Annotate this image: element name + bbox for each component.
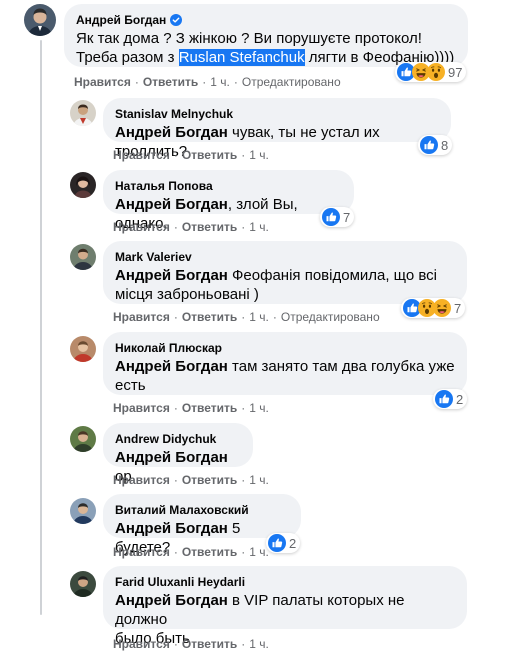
avatar[interactable] [70,172,96,198]
reaction-count: 7 [343,209,351,225]
timestamp-link[interactable]: 1 ч. [249,400,269,416]
reaction-count: 97 [448,64,463,80]
reply-button[interactable]: Ответить [182,147,237,163]
comment-actions: Нравится · Ответить · 1 ч. · Отредактиро… [74,74,341,90]
comment-text: Як так дома ? З жінкою ? Ви порушуєте пр… [76,30,455,66]
reply-button[interactable]: Ответить [182,309,237,325]
avatar[interactable] [70,426,96,452]
comment-author[interactable]: Farid Uluxanli Heydarli [115,574,245,590]
reaction-summary[interactable]: 7 [401,298,466,318]
reply-button[interactable]: Ответить [182,219,237,235]
comment-author[interactable]: Stanislav Melnychuk [115,106,233,122]
like-button[interactable]: Нравится [113,219,170,235]
timestamp-link[interactable]: 1 ч. [249,219,269,235]
reply-button[interactable]: Ответить [182,400,237,416]
edited-label[interactable]: Отредактировано [242,74,341,90]
reply-button[interactable]: Ответить [182,636,237,652]
like-icon [435,390,453,408]
comment-actions: Нравится · Ответить · 1 ч. [113,147,269,163]
comment-author[interactable]: Николай Плюскар [115,340,222,356]
haha-icon [433,299,451,317]
avatar[interactable] [24,4,56,36]
like-button[interactable]: Нравится [113,400,170,416]
timestamp-link[interactable]: 1 ч. [249,147,269,163]
comment-bubble: Stanislav Melnychuk Андрей Богдан чувак,… [103,98,451,160]
avatar[interactable] [70,498,96,524]
mention-link[interactable]: Андрей Богдан [115,196,228,213]
timestamp-link[interactable]: 1 ч. [210,74,230,90]
reaction-summary[interactable]: 7 [320,207,355,227]
mention-link[interactable]: Андрей Богдан [115,520,228,537]
comment-bubble: Наталья Попова Андрей Богдан, злой Вы, о… [103,170,354,232]
avatar[interactable] [70,571,96,597]
comment-author[interactable]: Андрей Богдан [76,12,166,28]
reply-button[interactable]: Ответить [182,472,237,488]
verified-badge-icon [170,14,183,26]
reply-button[interactable]: Ответить [182,544,237,560]
comment-bubble: Mark Valeriev Андрей Богдан Феофанія пов… [103,241,467,304]
reaction-count: 7 [454,300,462,316]
comment-author[interactable]: Mark Valeriev [115,249,192,265]
like-button[interactable]: Нравится [113,309,170,325]
avatar[interactable] [70,336,96,362]
comment-actions: Нравится · Ответить · 1 ч. [113,400,269,416]
comment-actions: Нравится · Ответить · 1 ч. · Отредактиро… [113,309,380,325]
like-icon [420,136,438,154]
reaction-count: 8 [441,137,449,153]
reply-button[interactable]: Ответить [143,74,198,90]
comment-actions: Нравится · Ответить · 1 ч. [113,636,269,652]
mention-link[interactable]: Андрей Богдан [115,267,228,284]
mention-link[interactable]: Андрей Богдан [115,124,228,141]
comment-author[interactable]: Наталья Попова [115,178,213,194]
comment-bubble: Андрей Богдан Як так дома ? З жінкою ? В… [64,4,468,67]
like-button[interactable]: Нравится [113,636,170,652]
comment-actions: Нравится · Ответить · 1 ч. [113,219,269,235]
reaction-count: 2 [289,535,297,551]
mention-link[interactable]: Андрей Богдан [115,592,228,609]
reaction-count: 2 [456,391,464,407]
comment-author[interactable]: Виталий Малаховский [115,502,249,518]
like-icon [268,534,286,552]
comment-bubble: Николай Плюскар Андрей Богдан там занято… [103,332,467,395]
like-button[interactable]: Нравится [113,147,170,163]
timestamp-link[interactable]: 1 ч. [249,544,269,560]
comment-actions: Нравится · Ответить · 1 ч. [113,544,269,560]
mention-link[interactable]: Андрей Богдан [115,449,228,466]
timestamp-link[interactable]: 1 ч. [249,636,269,652]
like-button[interactable]: Нравится [113,544,170,560]
comment-bubble: Farid Uluxanli Heydarli Андрей Богдан в … [103,566,467,647]
reaction-summary[interactable]: 97 [395,62,467,82]
like-icon [322,208,340,226]
edited-label[interactable]: Отредактировано [281,309,380,325]
mention-link[interactable]: Андрей Богдан [115,358,228,375]
timestamp-link[interactable]: 1 ч. [249,309,269,325]
avatar[interactable] [70,100,96,126]
like-button[interactable]: Нравится [113,472,170,488]
comment-bubble: Виталий Малаховский Андрей Богдан 5 буде… [103,494,301,556]
avatar[interactable] [70,244,96,270]
reaction-summary[interactable]: 2 [266,533,301,553]
thread-line [40,40,42,615]
timestamp-link[interactable]: 1 ч. [249,472,269,488]
tagged-user-link[interactable]: Ruslan Stefanchuk [178,49,305,66]
reaction-summary[interactable]: 8 [418,135,453,155]
reaction-summary[interactable]: 2 [433,389,468,409]
like-button[interactable]: Нравится [74,74,131,90]
comment-text: Андрей Богдан там занято там два голубка… [115,358,455,394]
comment-author[interactable]: Andrew Didychuk [115,431,216,447]
comment-bubble: Andrew Didychuk Андрей Богдан ор [103,423,253,485]
wow-icon [427,63,445,81]
comment-actions: Нравится · Ответить · 1 ч. [113,472,269,488]
